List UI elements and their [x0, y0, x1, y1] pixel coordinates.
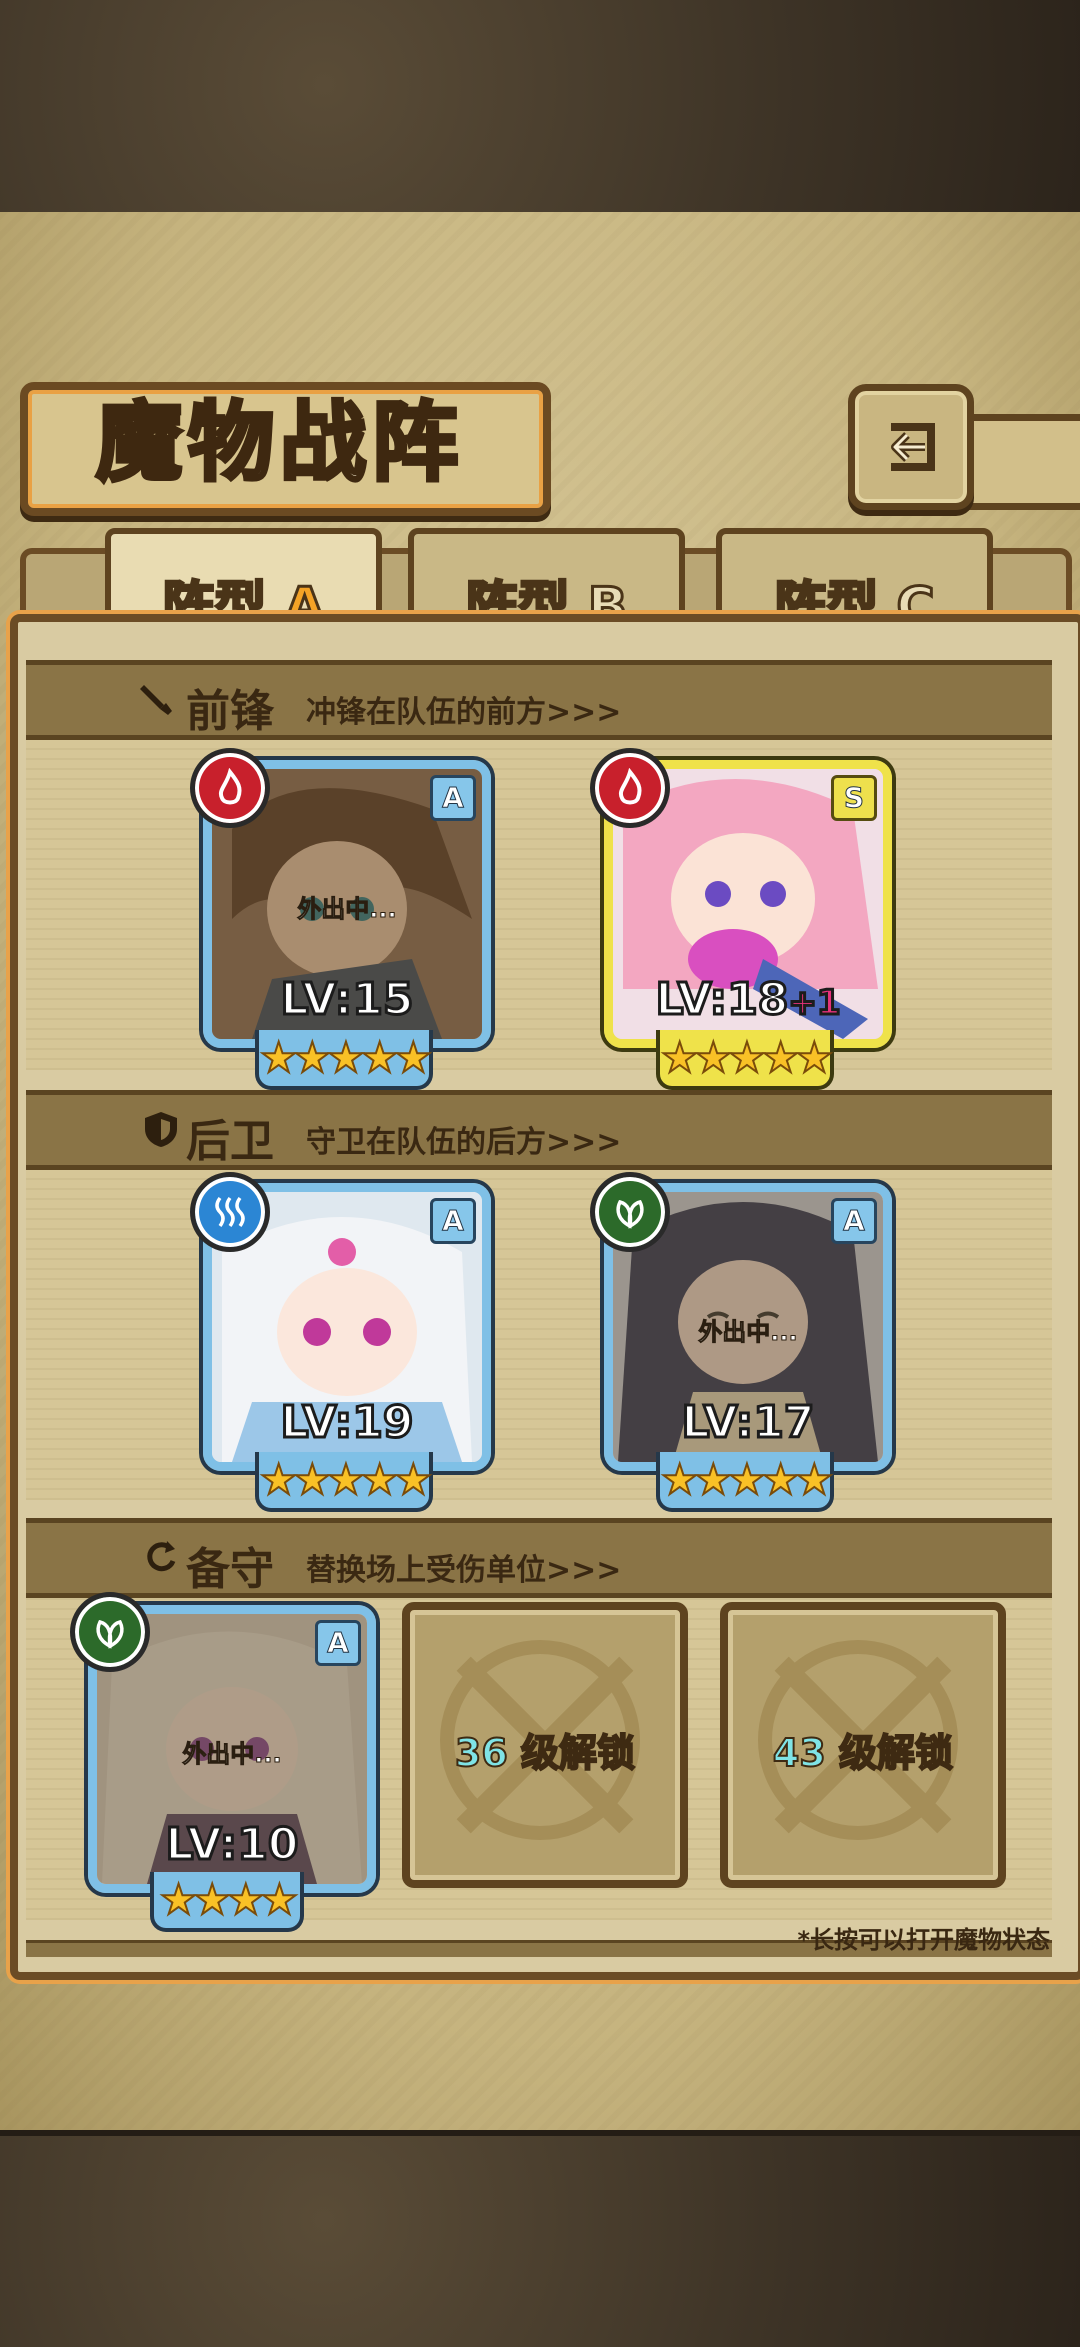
- level-label: LV:18: [654, 973, 790, 1027]
- star-rating: ★★★★: [150, 1872, 304, 1932]
- locked-slot-2[interactable]: 43 级解锁: [720, 1602, 1006, 1888]
- section-header-reserve: 备守 替换场上受伤单位>>>: [26, 1518, 1052, 1598]
- section-subtitle: 守卫在队伍的后方>>>: [306, 1125, 622, 1160]
- top-map-background: [0, 0, 1080, 218]
- section-title: 前锋: [186, 686, 274, 737]
- level-label: LV:10: [164, 1818, 300, 1872]
- rank-badge: A: [315, 1620, 361, 1666]
- leaf-element-icon: [70, 1592, 150, 1672]
- leaf-element-icon: [590, 1172, 670, 1252]
- water-element-icon: [190, 1172, 270, 1252]
- level-label: LV:19: [279, 1396, 415, 1450]
- unlock-level: 36: [454, 1730, 509, 1776]
- rear-row: [26, 1170, 1052, 1500]
- page-title: 魔物战阵: [94, 390, 464, 495]
- return-arrow-icon: [891, 423, 935, 471]
- star-rating: ★★★★★: [656, 1030, 834, 1090]
- section-subtitle: 冲锋在队伍的前方>>>: [306, 695, 622, 730]
- back-button[interactable]: [848, 384, 974, 510]
- star-rating: ★★★★★: [656, 1452, 834, 1512]
- away-status: 外出中...: [698, 1318, 798, 1347]
- unlock-level: 43: [772, 1730, 827, 1776]
- star-rating: ★★★★★: [255, 1452, 433, 1512]
- section-header-front: 前锋 冲锋在队伍的前方>>>: [26, 660, 1052, 740]
- fire-element-icon: [590, 748, 670, 828]
- away-status: 外出中...: [182, 1740, 282, 1769]
- level-label: LV:15: [279, 973, 415, 1027]
- away-status: 外出中...: [297, 895, 397, 924]
- rank-badge: A: [430, 1198, 476, 1244]
- star-rating: ★★★★★: [255, 1030, 433, 1090]
- shield-icon: [145, 1112, 177, 1147]
- bottom-map-background: [0, 2130, 1080, 2347]
- unlock-text: 级解锁: [838, 1730, 954, 1776]
- long-press-hint: *长按可以打开魔物状态: [797, 1926, 1050, 1954]
- section-header-rear: 后卫 守卫在队伍的后方>>>: [26, 1090, 1052, 1170]
- swap-cycle-icon: [147, 1541, 176, 1572]
- rank-badge: A: [831, 1198, 877, 1244]
- fire-element-icon: [190, 748, 270, 828]
- unlock-text: 级解锁: [520, 1730, 636, 1776]
- section-subtitle: 替换场上受伤单位>>>: [306, 1553, 622, 1588]
- rank-badge: A: [430, 775, 476, 821]
- section-title: 后卫: [186, 1116, 274, 1167]
- section-title: 备守: [186, 1544, 274, 1595]
- front-row: [26, 740, 1052, 1070]
- sword-icon: [140, 685, 172, 715]
- rank-badge: S: [831, 775, 877, 821]
- level-label: LV:17: [680, 1396, 816, 1450]
- level-bonus: +1: [787, 982, 842, 1025]
- locked-slot-1[interactable]: 36 级解锁: [402, 1602, 688, 1888]
